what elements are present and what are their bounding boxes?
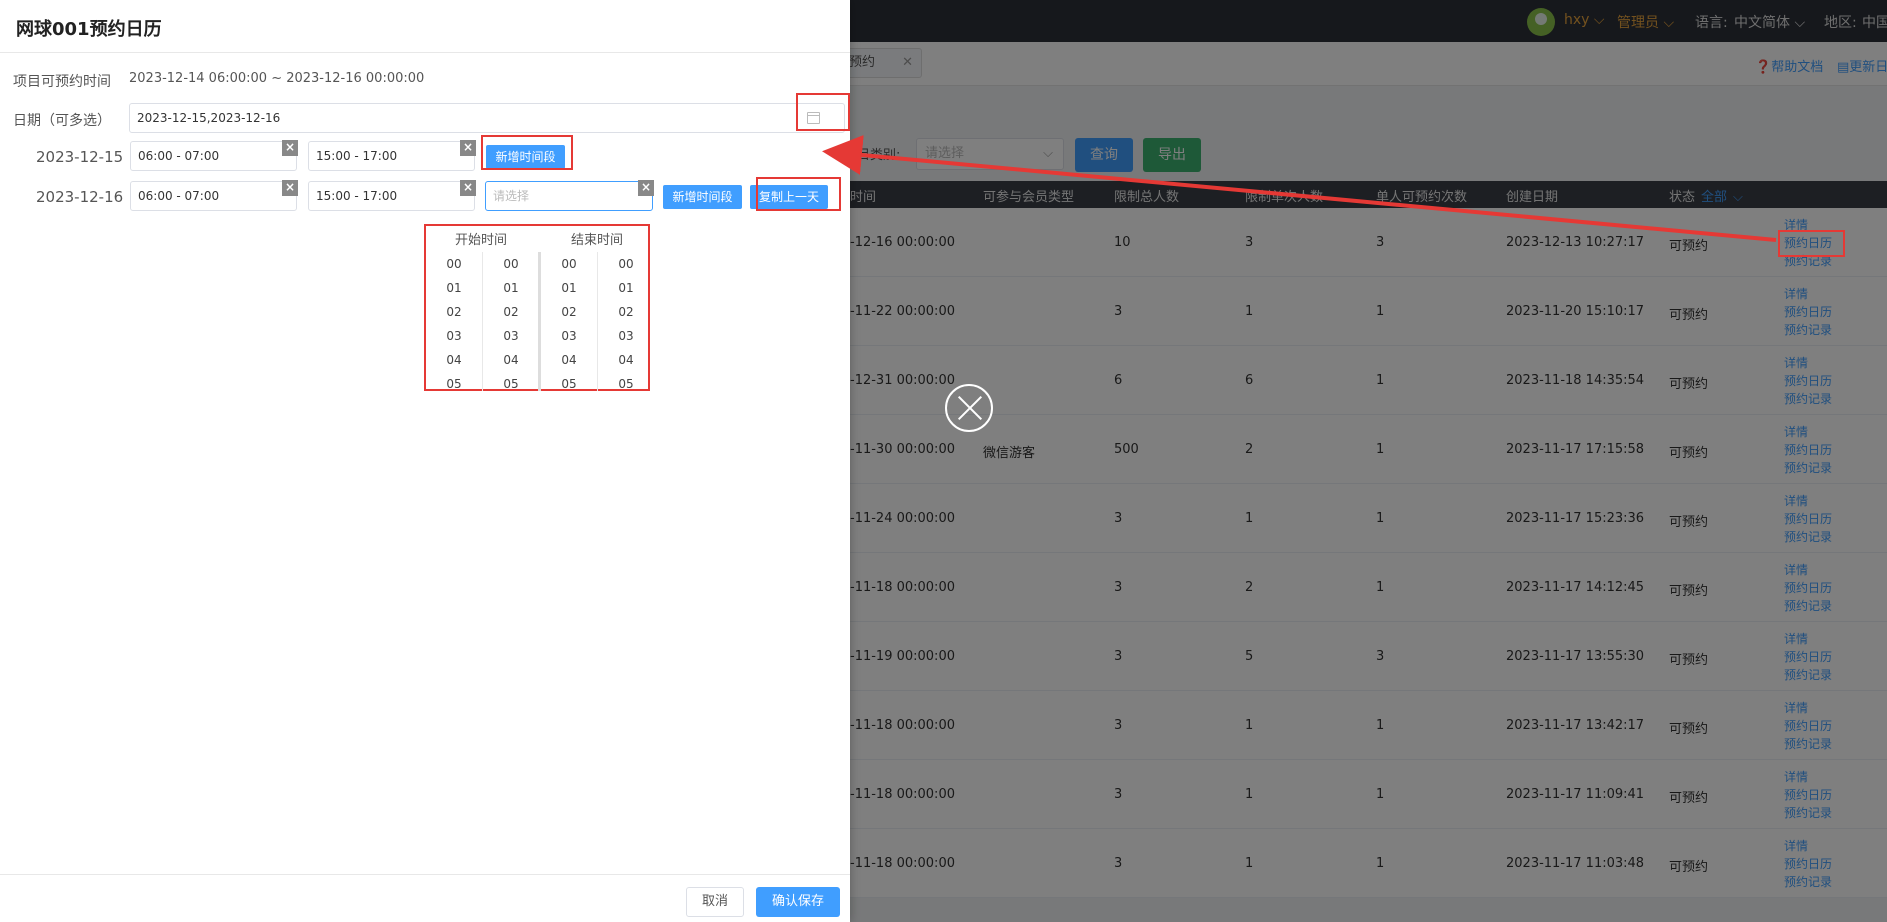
day2-slot1-input[interactable]: 06:00 - 07:00 × <box>130 180 298 211</box>
day2-date: 2023-12-16 <box>36 188 124 206</box>
bookable-time-value: 2023-12-14 06:00:00 ~ 2023-12-16 00:00:0… <box>129 71 425 86</box>
time-option[interactable]: 02 <box>483 300 539 324</box>
time-option[interactable]: 04 <box>541 348 597 372</box>
calendar-icon[interactable] <box>807 112 820 124</box>
time-option[interactable]: 02 <box>426 300 482 324</box>
time-option[interactable]: 03 <box>426 324 482 348</box>
close-icon[interactable]: × <box>282 180 298 196</box>
day1-date: 2023-12-15 <box>36 148 124 166</box>
time-option[interactable]: 03 <box>598 324 654 348</box>
time-option[interactable]: 02 <box>598 300 654 324</box>
time-option[interactable]: 01 <box>483 276 539 300</box>
drawer-header: 网球001预约日历 <box>0 0 850 53</box>
time-option[interactable]: 01 <box>598 276 654 300</box>
day2-slot2-input[interactable]: 15:00 - 17:00 × <box>308 180 476 211</box>
time-option[interactable]: 04 <box>426 348 482 372</box>
start-hour-column[interactable]: 00 01 02 03 04 05 <box>426 252 482 391</box>
day2-slot3-input[interactable]: 请选择 × <box>485 180 654 211</box>
time-option[interactable]: 05 <box>598 372 654 391</box>
time-option[interactable]: 03 <box>483 324 539 348</box>
calendar-drawer: 网球001预约日历 项目可预约时间 2023-12-14 06:00:00 ~ … <box>0 0 850 922</box>
time-option[interactable]: 04 <box>598 348 654 372</box>
time-option[interactable]: 01 <box>541 276 597 300</box>
time-option[interactable]: 05 <box>541 372 597 391</box>
close-icon[interactable]: × <box>282 140 298 156</box>
time-option[interactable]: 00 <box>483 252 539 276</box>
drawer-footer: 取消 确认保存 <box>0 874 850 922</box>
time-option[interactable]: 00 <box>541 252 597 276</box>
day1-slot2-input[interactable]: 15:00 - 17:00 × <box>308 140 476 171</box>
start-time-label: 开始时间 <box>455 233 508 248</box>
confirm-save-button[interactable]: 确认保存 <box>756 887 840 917</box>
day2-add-slot-button[interactable]: 新增时间段 <box>663 185 742 209</box>
end-time-label: 结束时间 <box>571 233 624 248</box>
time-option[interactable]: 02 <box>541 300 597 324</box>
bookable-time-label: 项目可预约时间 <box>13 74 111 90</box>
day1-add-slot-button[interactable]: 新增时间段 <box>486 145 565 169</box>
time-option[interactable]: 00 <box>598 252 654 276</box>
close-icon[interactable]: × <box>460 140 476 156</box>
time-option[interactable]: 00 <box>426 252 482 276</box>
close-icon[interactable]: × <box>638 180 654 196</box>
day1-slot1-input[interactable]: 06:00 - 07:00 × <box>130 140 298 171</box>
date-picker-input[interactable]: 2023-12-15,2023-12-16 <box>129 103 845 133</box>
time-option[interactable]: 04 <box>483 348 539 372</box>
date-value: 2023-12-15,2023-12-16 <box>137 111 281 125</box>
time-option[interactable]: 05 <box>426 372 482 391</box>
time-option[interactable]: 03 <box>541 324 597 348</box>
close-icon[interactable]: × <box>460 180 476 196</box>
date-label: 日期（可多选） <box>13 113 111 129</box>
drawer-title: 网球001预约日历 <box>16 19 162 40</box>
end-minute-column[interactable]: 00 01 02 03 04 05 <box>598 252 654 391</box>
cancel-button[interactable]: 取消 <box>686 887 744 917</box>
copy-previous-day-button[interactable]: 复制上一天 <box>750 185 828 209</box>
start-minute-column[interactable]: 00 01 02 03 04 05 <box>483 252 539 391</box>
end-hour-column[interactable]: 00 01 02 03 04 05 <box>541 252 597 391</box>
time-option[interactable]: 05 <box>483 372 539 391</box>
close-drawer-icon[interactable] <box>945 384 993 432</box>
time-option[interactable]: 01 <box>426 276 482 300</box>
time-range-picker: 开始时间 结束时间 00 01 02 03 04 05 00 01 02 03 04 05 00 01… <box>424 224 650 391</box>
